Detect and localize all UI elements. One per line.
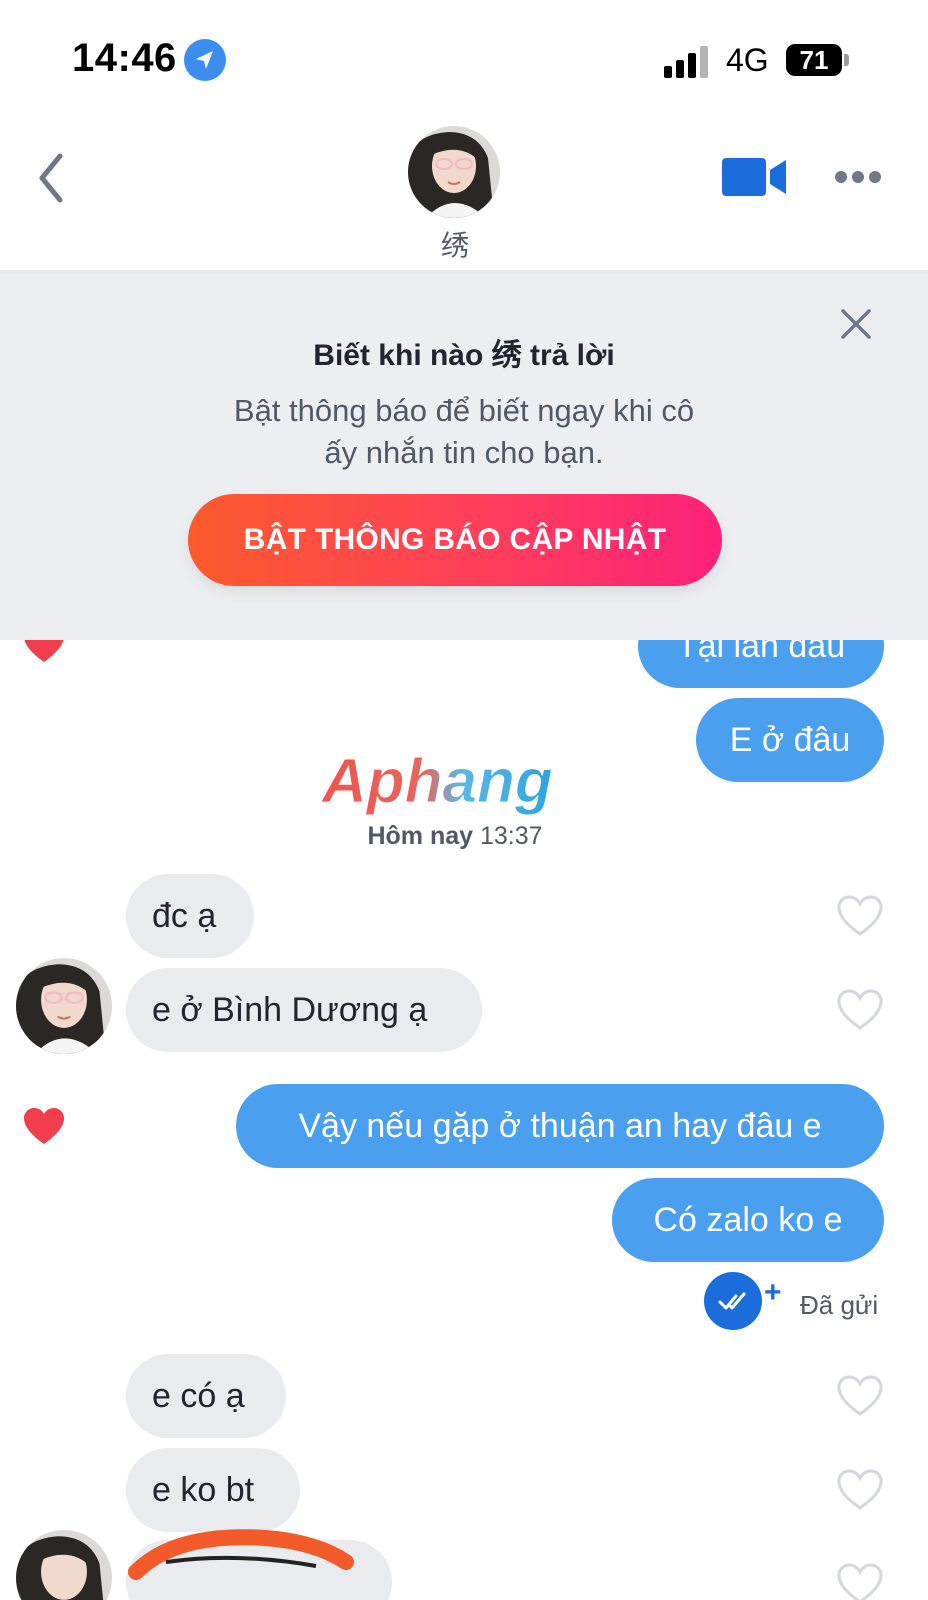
- svg-text:Aphang: Aphang: [320, 748, 553, 816]
- contact-name[interactable]: 绣: [380, 224, 530, 264]
- close-icon[interactable]: [838, 306, 874, 342]
- read-receipt-icon: [704, 1272, 762, 1330]
- heart-icon[interactable]: [836, 1468, 884, 1512]
- battery-cap: [844, 54, 849, 66]
- heart-icon[interactable]: [836, 894, 884, 938]
- message-bubble-outgoing[interactable]: E ở đâu: [696, 698, 884, 782]
- contact-avatar[interactable]: [16, 958, 112, 1054]
- message-status-label: Đã gửi: [800, 1290, 879, 1320]
- location-arrow-icon: [184, 39, 226, 81]
- enable-notifications-button[interactable]: BẬT THÔNG BÁO CẬP NHẬT: [188, 494, 722, 586]
- more-options-icon[interactable]: [834, 168, 882, 186]
- message-bubble-incoming[interactable]: e ở Bình Dương ạ: [126, 968, 482, 1052]
- redaction-scribble: [128, 1529, 354, 1580]
- battery-icon: 71: [786, 44, 842, 76]
- message-bubble-outgoing[interactable]: Có zalo ko e: [612, 1178, 884, 1262]
- heart-icon[interactable]: [836, 1374, 884, 1418]
- heart-icon[interactable]: [22, 1106, 66, 1146]
- heart-icon[interactable]: [836, 1562, 884, 1600]
- contact-avatar[interactable]: [408, 126, 500, 218]
- status-time: 14:46: [72, 36, 177, 80]
- network-type: 4G: [726, 42, 769, 78]
- date-separator: Hôm nay 13:37: [367, 822, 543, 850]
- signal-icon: [664, 46, 708, 78]
- message-bubble-incoming[interactable]: e có ạ: [126, 1354, 286, 1438]
- watermark-logo: Aphang: [320, 748, 554, 817]
- message-bubble-incoming[interactable]: đc ạ: [126, 874, 254, 958]
- message-bubble-incoming[interactable]: e ko bt: [126, 1448, 300, 1532]
- plus-icon: +: [764, 1276, 782, 1309]
- heart-icon[interactable]: [836, 988, 884, 1032]
- banner-description: Bật thông báo để biết ngay khi cô ấy nhắ…: [233, 393, 695, 470]
- banner-title: Biết khi nào 绣 trả lời: [313, 339, 615, 372]
- video-call-icon[interactable]: [722, 156, 788, 198]
- back-chevron-icon[interactable]: [32, 150, 72, 206]
- contact-avatar[interactable]: [16, 1530, 112, 1600]
- message-bubble-outgoing[interactable]: Vậy nếu gặp ở thuận an hay đâu e: [236, 1084, 884, 1168]
